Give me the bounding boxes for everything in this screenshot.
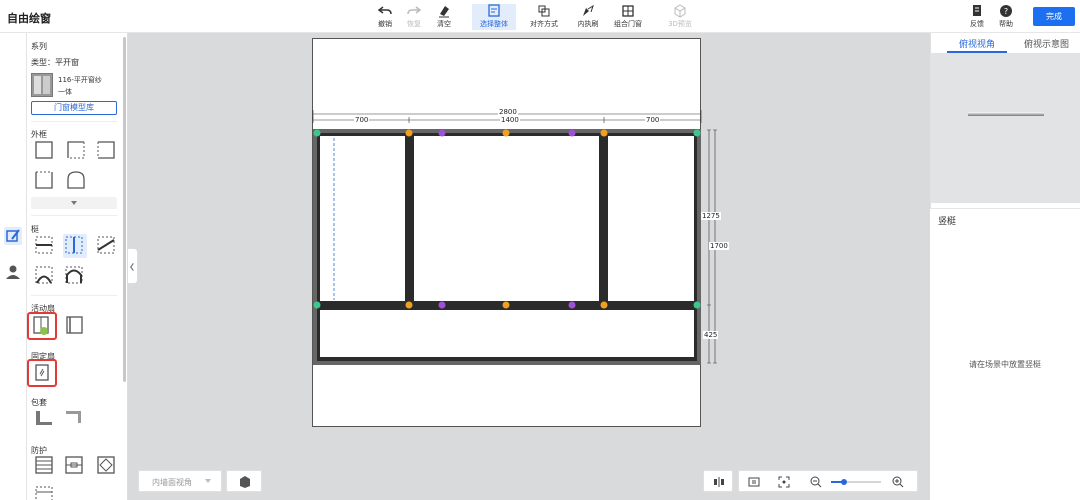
dim-left-width: 700 [354, 116, 370, 124]
dim-upper-height: 1275 [701, 212, 721, 220]
box-icon [240, 476, 250, 488]
view-select[interactable]: 内墙面视角 [138, 470, 222, 492]
top-view-preview [930, 53, 1080, 203]
window-drawing[interactable] [0, 0, 1080, 500]
empty-hint: 请在场景中放置竖梃 [969, 360, 1041, 369]
zoom-out-icon[interactable] [809, 475, 823, 489]
zoom-slider-knob[interactable] [840, 479, 847, 485]
pane-middle[interactable] [414, 136, 599, 301]
pane-left[interactable] [320, 136, 405, 301]
caret-down-icon [205, 479, 211, 483]
pane-right[interactable] [608, 136, 694, 301]
tab-top-view[interactable]: 俯视视角 [959, 37, 995, 50]
3d-box-button[interactable] [226, 470, 262, 492]
dim-middle-width: 1400 [500, 116, 520, 124]
zoom-in-icon[interactable] [891, 475, 905, 489]
mirror-icon [714, 477, 724, 487]
fit-view-icon[interactable] [747, 475, 761, 489]
zoom-slider[interactable] [831, 479, 881, 485]
mullion-section-title: 竖梃 [938, 217, 957, 227]
dim-right-width: 700 [645, 116, 661, 124]
dim-total-height: 1700 [709, 242, 729, 250]
focus-icon[interactable] [777, 475, 791, 489]
pane-bottom[interactable] [320, 310, 694, 357]
dim-total-width: 2800 [498, 108, 518, 116]
dim-lower-height: 425 [703, 331, 719, 339]
view-select-label: 内墙面视角 [152, 478, 192, 487]
window-top-profile [968, 112, 1044, 116]
mirror-button[interactable] [703, 470, 733, 492]
mullion-properties-panel: 竖梃 请在场景中放置竖梃 [930, 208, 1080, 500]
tab-top-diagram[interactable]: 俯视示意图 [1024, 37, 1069, 50]
zoom-controls [738, 470, 918, 492]
